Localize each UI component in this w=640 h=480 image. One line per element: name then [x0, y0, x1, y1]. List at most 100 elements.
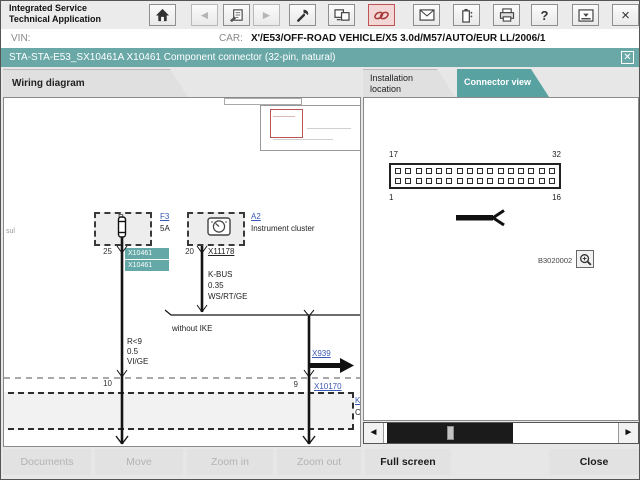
cluster-name: Instrument cluster — [251, 224, 315, 233]
pin-number-bottom-right: 16 — [547, 193, 561, 202]
connector-pin-row-top — [395, 168, 555, 174]
magnifier-icon[interactable] — [576, 250, 594, 268]
offpage-link[interactable]: X939 — [312, 349, 331, 358]
zoom-in-button[interactable]: Zoom in — [187, 449, 273, 475]
help-icon[interactable]: ? — [531, 4, 558, 26]
connector-pin-row-bottom — [395, 178, 555, 184]
battery-icon[interactable] — [453, 4, 480, 26]
connector-pin — [467, 168, 473, 174]
tab-connector-view[interactable]: Connector view — [457, 69, 549, 97]
connector-pin — [416, 178, 422, 184]
instrument-cluster-icon — [207, 217, 231, 237]
connector-highlight-label-2[interactable]: X10461 — [125, 260, 169, 271]
home-icon[interactable] — [149, 4, 176, 26]
connector-pin — [508, 168, 514, 174]
help-glyph: ? — [541, 8, 549, 23]
tab-installation-label-line1: Installation — [370, 73, 413, 83]
connector-pin — [498, 168, 504, 174]
car-label: CAR: — [219, 33, 243, 44]
connector-pin — [487, 178, 493, 184]
documents-button[interactable]: Documents — [3, 449, 91, 475]
scrollbar-thumb[interactable] — [387, 423, 513, 443]
offpage-arrow — [309, 358, 354, 373]
bottom-component-ref[interactable]: K15 — [355, 396, 361, 405]
right-connector-link[interactable]: X10170 — [314, 382, 342, 391]
bottom-component-box[interactable] — [3, 392, 354, 430]
horizontal-scrollbar[interactable]: ◄ ► — [363, 422, 639, 444]
connector-pin — [446, 168, 452, 174]
connector-pin — [436, 178, 442, 184]
tab-installation-label-line2: location — [370, 84, 401, 94]
tab-connector-view-label: Connector view — [464, 77, 531, 87]
connector-pin — [416, 168, 422, 174]
wire2-color: WS/RT/GE — [208, 292, 247, 301]
fuse-ref-link[interactable]: F3 — [160, 212, 169, 221]
connector-pin — [518, 168, 524, 174]
connector-pin — [405, 178, 411, 184]
operations-report-icon[interactable] — [223, 4, 250, 26]
close-icon[interactable]: × — [612, 4, 639, 26]
connector-pin — [477, 178, 483, 184]
document-title-bar: STA-STA-E53_SX10461A X10461 Component co… — [1, 48, 639, 67]
tab-installation-location[interactable]: Installation location — [363, 69, 455, 97]
full-screen-button[interactable]: Full screen — [365, 449, 451, 475]
close-button[interactable]: Close — [549, 449, 639, 475]
tab-wiring-diagram-label: Wiring diagram — [12, 78, 85, 89]
right-pin-number: 9 — [280, 380, 298, 389]
messages-icon[interactable] — [413, 4, 440, 26]
scroll-right-icon[interactable]: ► — [618, 423, 638, 443]
close-glyph: × — [621, 7, 630, 24]
connector-pin — [457, 178, 463, 184]
move-button[interactable]: Move — [95, 449, 183, 475]
connector-pin — [487, 168, 493, 174]
vin-row: VIN: CAR: X'/E53/OFF-ROAD VEHICLE/X5 3.0… — [1, 29, 639, 49]
fuse-terminal-label: R — [118, 213, 124, 222]
forward-icon[interactable]: ► — [253, 4, 280, 26]
connector-pin — [518, 178, 524, 184]
wire1-color: VI/GE — [127, 357, 148, 366]
cluster-connector-link[interactable]: X11178 — [208, 247, 234, 256]
fuse-pin-number: 25 — [94, 247, 112, 256]
forward-glyph: ► — [261, 8, 273, 22]
connector-pin — [477, 168, 483, 174]
window-icon[interactable] — [572, 4, 599, 26]
document-close-icon[interactable]: ✕ — [621, 51, 634, 64]
cluster-ref-link[interactable]: A2 — [251, 212, 261, 221]
connector-pin — [539, 168, 545, 174]
connector-drawing — [389, 163, 561, 189]
workshop-tools-icon[interactable] — [289, 4, 316, 26]
vehicle-identification-icon[interactable] — [328, 4, 355, 26]
print-icon[interactable] — [493, 4, 520, 26]
car-value: X'/E53/OFF-ROAD VEHICLE/X5 3.0d/M57/AUTO… — [251, 33, 546, 44]
wire1-size: 0.5 — [127, 347, 138, 356]
pin-number-top-right: 32 — [547, 150, 561, 159]
connector-pin — [395, 168, 401, 174]
image-reference: B3020002 — [538, 256, 572, 265]
wire2-size: 0.35 — [208, 281, 224, 290]
connector-highlight-label-1[interactable]: X10461 — [125, 248, 169, 259]
connector-pin — [457, 168, 463, 174]
fuse-bottom-pin-number: 10 — [94, 379, 112, 388]
tab-wiring-diagram[interactable]: Wiring diagram — [3, 69, 188, 97]
connector-pin — [446, 178, 452, 184]
connector-pin — [528, 178, 534, 184]
scroll-left-icon[interactable]: ◄ — [364, 423, 384, 443]
back-icon[interactable]: ◄ — [191, 4, 218, 26]
fuse-rating: 5A — [160, 224, 170, 233]
zoom-out-button[interactable]: Zoom out — [277, 449, 361, 475]
wiring-diagram-panel: sul R F3 5A 25 X10461 X10461 R<9 0.5 VI/… — [3, 97, 361, 447]
connector-pin — [539, 178, 545, 184]
diagram-navigator[interactable] — [260, 105, 361, 151]
connector-icon[interactable] — [368, 4, 395, 26]
navigator-viewport[interactable] — [270, 109, 303, 138]
cluster-pin-number: 20 — [176, 247, 194, 256]
connector-view-panel: 17 32 1 16 B3020002 — [363, 97, 639, 421]
pin-number-top-left: 17 — [389, 150, 398, 159]
back-glyph: ◄ — [199, 8, 211, 22]
scrollbar-grip[interactable] — [447, 426, 454, 440]
connector-pin — [426, 168, 432, 174]
wire2-bus-name: K-BUS — [208, 270, 232, 279]
app-window: Integrated Service Technical Application… — [0, 0, 640, 480]
connector-pin — [405, 168, 411, 174]
connector-pin — [426, 178, 432, 184]
